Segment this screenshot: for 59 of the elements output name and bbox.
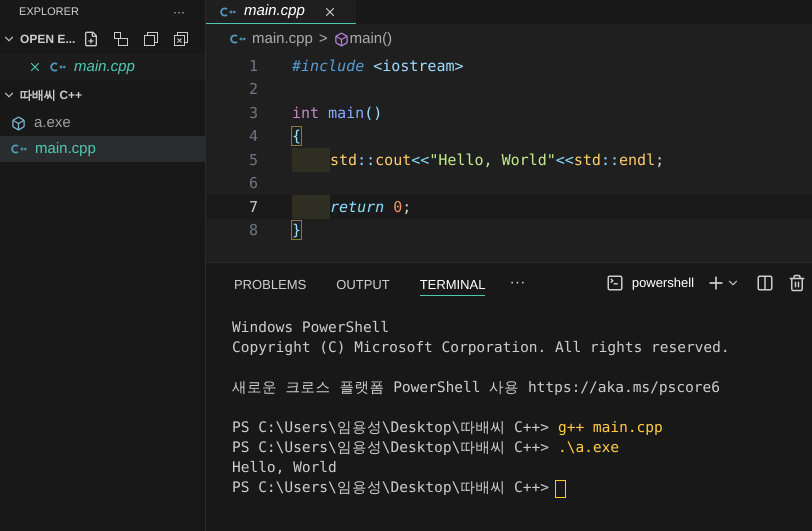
line-number: 5 [248, 150, 258, 170]
indent-highlight [292, 195, 330, 218]
trash-icon[interactable] [788, 274, 806, 292]
more-actions-button[interactable]: ··· [173, 3, 185, 21]
save-all-icon[interactable] [143, 31, 160, 47]
close-icon[interactable] [28, 60, 42, 74]
section-header[interactable]: OPEN E... [20, 30, 76, 48]
terminal-cursor [554, 480, 566, 498]
file-name: main.cpp [35, 138, 96, 159]
cpp-file-icon [220, 6, 236, 16]
collapse-all-icon[interactable] [173, 31, 190, 47]
code-text: { [292, 126, 302, 147]
terminal-text: PS C:\Users\임용성\Desktop\따배씨 C++> [232, 419, 549, 438]
line-number: 2 [248, 79, 258, 100]
breadcrumb-file[interactable]: main.cpp [252, 28, 313, 50]
terminal-text: Hello, World [232, 459, 337, 478]
code-text: #include <iostream> [292, 56, 464, 76]
line-number: 1 [248, 56, 258, 76]
cube-icon [11, 116, 26, 130]
terminal-text: PS C:\Users\임용성\Desktop\따배씨 C++> [232, 479, 549, 498]
terminal-icon [606, 274, 624, 292]
file-name: main.cpp [74, 56, 135, 77]
breadcrumb-separator: > [318, 28, 328, 49]
file-item[interactable]: main.cpp [0, 136, 205, 162]
new-file-icon[interactable] [83, 31, 100, 47]
code-text: std::cout<<"Hello, World"<<std::endl; [330, 150, 664, 170]
sidebar-title: EXPLORER [19, 4, 79, 20]
code-text: } [292, 220, 302, 241]
cpp-file-icon [230, 34, 246, 44]
code-text: return 0; [330, 196, 412, 218]
line-number: 6 [248, 173, 258, 194]
cpp-file-icon [50, 62, 66, 72]
section-header[interactable]: 따배씨 C++ [20, 86, 82, 104]
terminal-command: .\a.exe [558, 439, 620, 458]
cube-icon [334, 32, 349, 46]
panel-tab[interactable]: PROBLEMS [234, 270, 306, 296]
stacked-squares-icon[interactable] [113, 31, 130, 47]
terminal-text: 새로운 크로스 플랫폼 PowerShell 사용 https://aka.ms/pscore6 [232, 379, 720, 398]
terminal-text: Copyright (C) Microsoft Corporation. All rights reserved. [232, 339, 730, 358]
terminal-text: Windows PowerShell [232, 319, 390, 338]
panel-tab[interactable]: TERMINAL [420, 270, 486, 296]
line-number: 8 [248, 220, 258, 241]
file-item[interactable]: a.exe [0, 110, 205, 136]
terminal-text: PS C:\Users\임용성\Desktop\따배씨 C++> [232, 439, 549, 458]
file-item[interactable]: main.cpp [0, 54, 205, 80]
panel-tab[interactable]: OUTPUT [336, 270, 390, 296]
code-text: int main() [292, 102, 382, 124]
terminal-command: g++ main.cpp [558, 419, 663, 438]
cpp-file-icon [11, 144, 27, 154]
line-number: 3 [248, 102, 258, 124]
file-name: a.exe [34, 112, 71, 133]
breadcrumb-symbol[interactable]: main() [350, 28, 392, 50]
shell-name[interactable]: powershell [632, 273, 694, 293]
line-number: 4 [248, 126, 258, 147]
split-icon[interactable] [756, 274, 774, 292]
editor-tab[interactable]: main.cpp [206, 0, 356, 24]
line-number: 7 [248, 196, 258, 218]
more-tabs-button[interactable]: ··· [509, 271, 526, 295]
tab-label: main.cpp [244, 1, 305, 22]
